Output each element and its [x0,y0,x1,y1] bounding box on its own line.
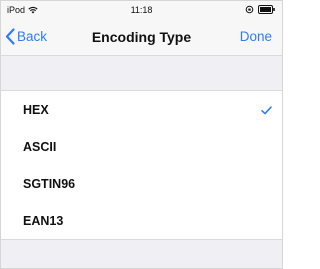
battery-icon [258,5,276,14]
status-right [245,5,276,14]
status-time: 11:18 [130,5,153,15]
encoding-type-list: HEX ASCII SGTIN96 EAN13 [1,90,282,240]
done-button[interactable]: Done [240,29,272,44]
status-bar: iPod 11:18 [1,1,282,19]
list-item-sgtin96[interactable]: SGTIN96 [1,165,282,202]
list-item-label: SGTIN96 [23,176,76,191]
list-item-ean13[interactable]: EAN13 [1,202,282,239]
checkmark-icon [261,104,272,118]
orientation-lock-icon [245,5,254,14]
list-item-hex[interactable]: HEX [1,91,282,128]
navigation-bar: Back Encoding Type Done [1,19,282,56]
device-screen: iPod 11:18 Back Encoding Type Done HEX A… [0,0,283,269]
list-item-label: HEX [23,102,49,117]
list-item-ascii[interactable]: ASCII [1,128,282,165]
list-item-label: ASCII [23,139,57,154]
list-item-label: EAN13 [23,213,64,228]
